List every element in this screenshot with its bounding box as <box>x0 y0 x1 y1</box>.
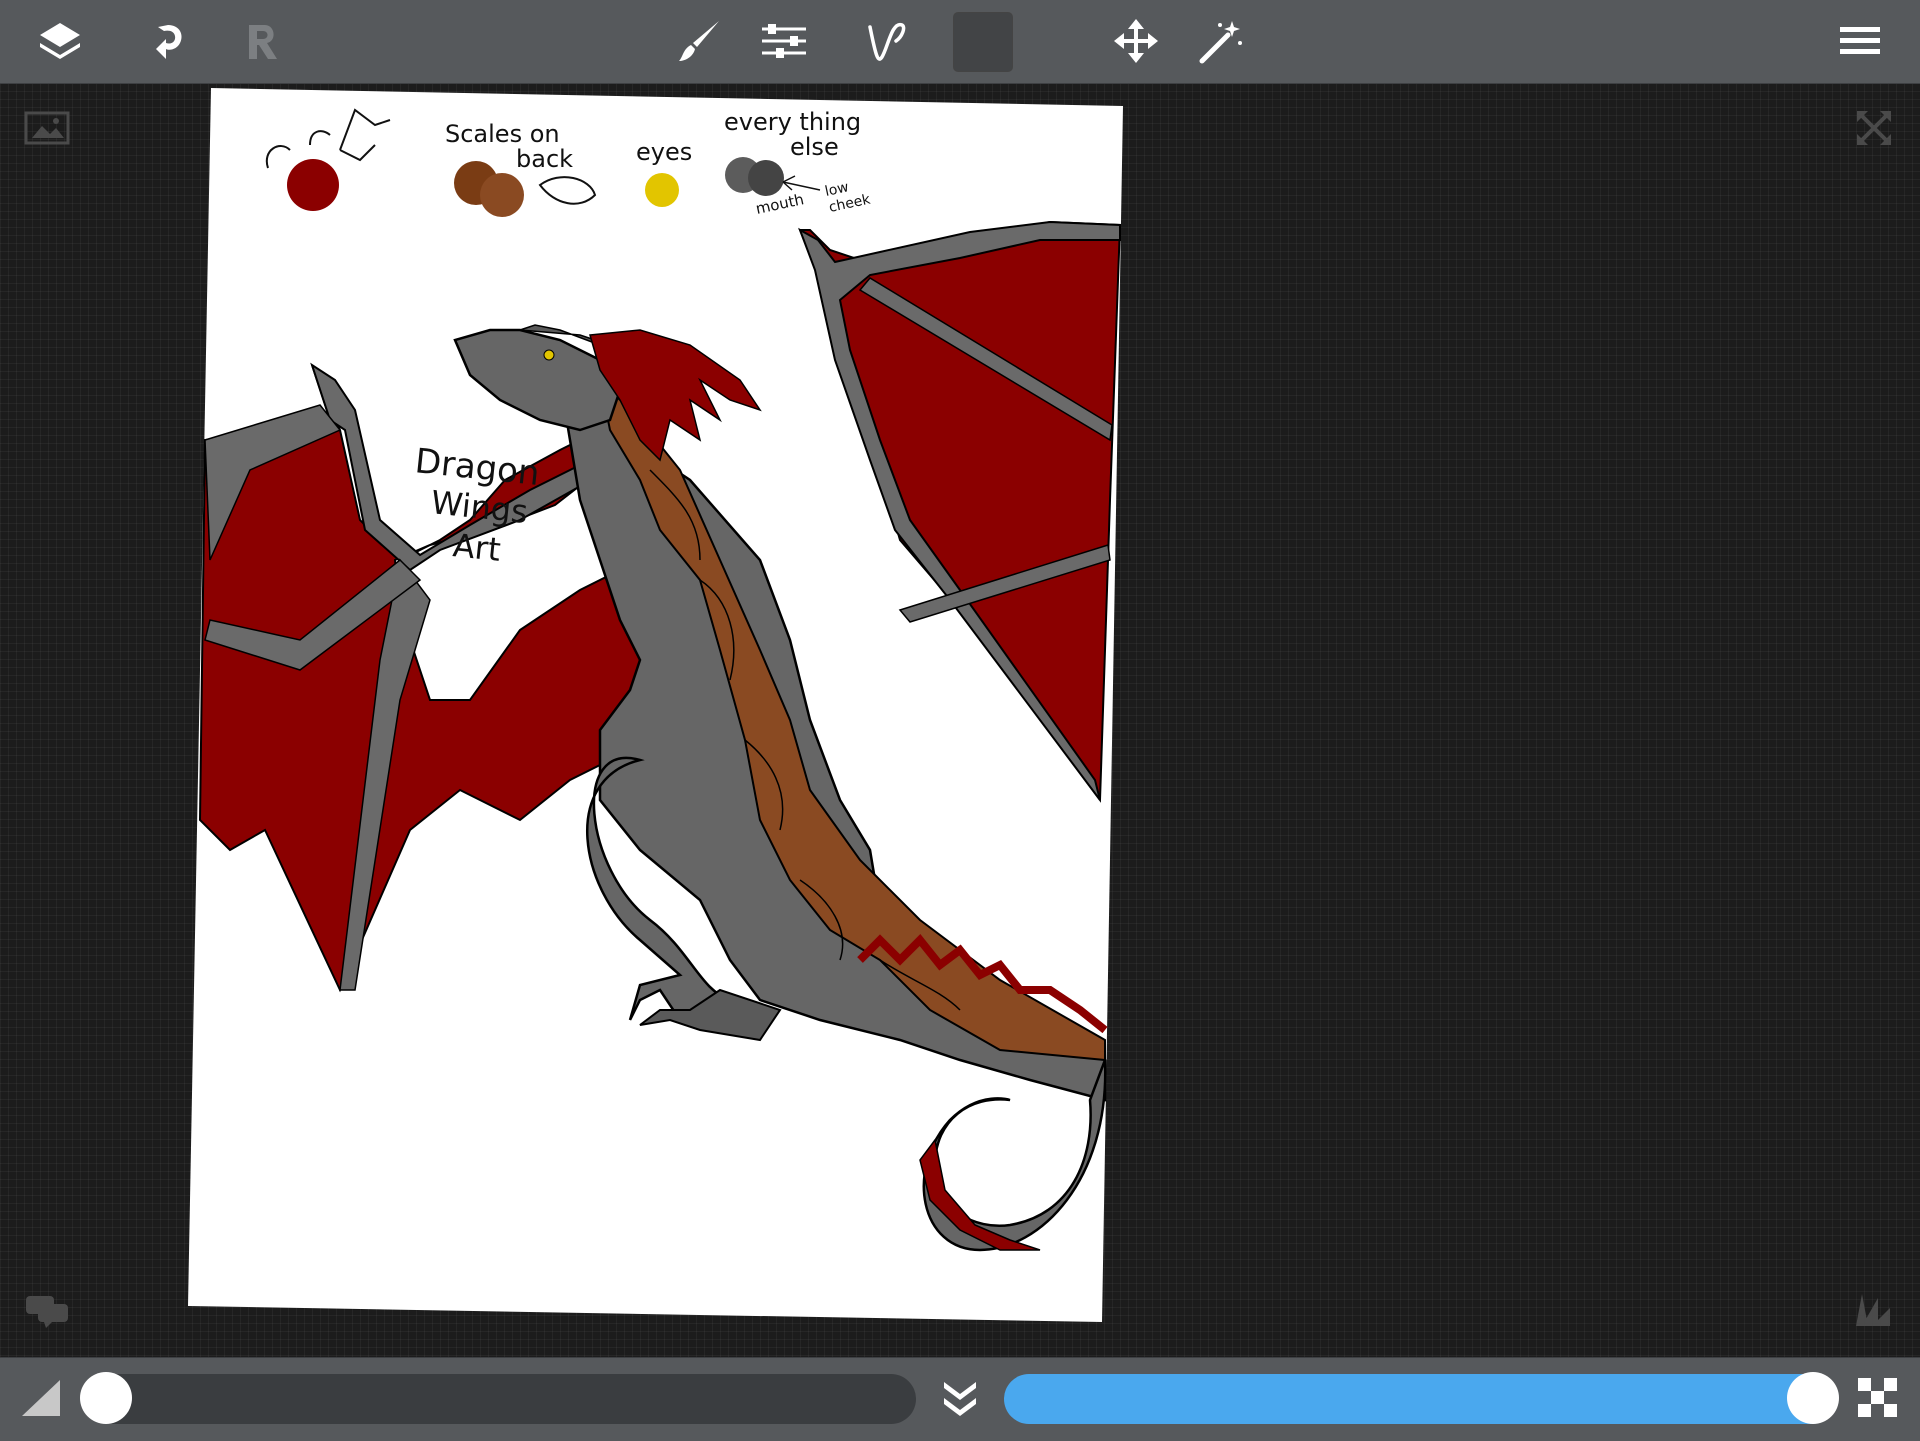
note-back: back <box>516 145 573 173</box>
note-else: else <box>790 133 839 161</box>
menu-icon[interactable] <box>1825 6 1895 76</box>
magic-wand-icon[interactable] <box>1187 6 1257 76</box>
undo-icon[interactable] <box>131 6 201 76</box>
brush-size-knob[interactable] <box>80 1372 132 1424</box>
artwork-canvas[interactable]: Scales on back eyes every thing else mou… <box>0 0 1920 1440</box>
current-color-swatch[interactable] <box>953 12 1013 72</box>
layers-icon[interactable] <box>25 6 95 76</box>
opacity-knob[interactable] <box>1787 1372 1839 1424</box>
note-eyes: eyes <box>636 138 692 166</box>
chat-icon[interactable] <box>24 1294 70 1328</box>
move-icon[interactable] <box>1101 6 1171 76</box>
note-everything: every thing <box>724 108 861 136</box>
stroke-icon[interactable] <box>851 6 921 76</box>
collapse-icon[interactable] <box>936 1374 984 1422</box>
redo-icon[interactable] <box>224 6 294 76</box>
brush-size-icon <box>20 1376 64 1420</box>
fullscreen-icon[interactable] <box>1854 108 1894 148</box>
note-scales-on: Scales on <box>445 120 560 148</box>
reference-image-icon[interactable] <box>24 110 70 146</box>
opacity-checker-icon <box>1856 1376 1900 1420</box>
opacity-slider[interactable] <box>1004 1374 1836 1424</box>
brush-size-slider[interactable] <box>84 1374 916 1424</box>
adjustments-icon[interactable] <box>749 6 819 76</box>
color-palette-icon[interactable] <box>1852 1288 1894 1330</box>
brush-icon[interactable] <box>664 6 734 76</box>
title-art: Art <box>451 526 502 569</box>
